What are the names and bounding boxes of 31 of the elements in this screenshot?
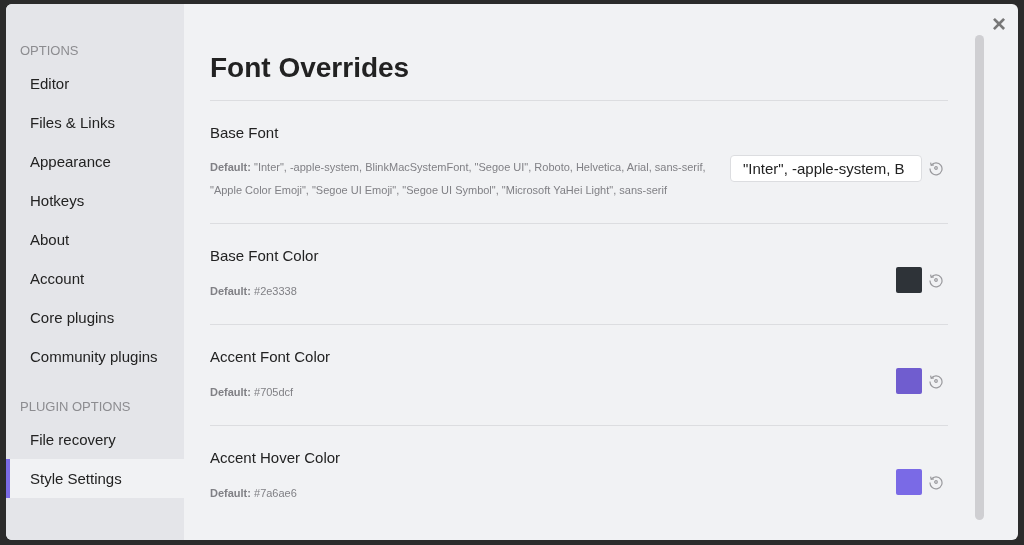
sidebar-item[interactable]: Account [6,259,184,298]
setting-description: Default: #2e3338 [210,283,298,299]
reset-icon[interactable] [928,160,944,176]
sidebar-item[interactable]: Style Settings [6,459,184,498]
color-swatch[interactable] [896,469,922,495]
close-button[interactable]: × [992,10,1006,38]
sidebar-item[interactable]: Hotkeys [6,181,184,220]
reset-icon[interactable] [928,474,944,490]
sidebar-item[interactable]: Editor [6,64,184,103]
scrollbar[interactable] [975,35,984,520]
sidebar-item[interactable]: File recovery [6,420,184,459]
setting-description: Default: #705dcf [210,384,295,400]
color-swatch[interactable] [896,267,922,293]
sidebar-item[interactable]: Appearance [6,142,184,181]
setting-name: Accent Hover Color [210,448,342,469]
sidebar-heading: OPTIONS [19,42,80,60]
setting-description: Default: #7a6ae6 [210,485,298,501]
setting-name: Accent Font Color [210,347,332,368]
color-swatch[interactable] [896,368,922,394]
sidebar-item[interactable]: About [6,220,184,259]
sidebar-heading: PLUGIN OPTIONS [19,398,132,416]
setting-description: Default: "Inter", -apple-system, BlinkMacSystemFont, "Segoe UI", Roboto, Helvetica, Arial, sans-serif, "Apple Color Emoji", "Segoe UI Emoji", "Segoe UI Symbol", "Microsoft YaHei Light", sans-serif [210,160,707,199]
sidebar-item[interactable]: Core plugins [6,298,184,337]
reset-icon[interactable] [928,272,944,288]
page-title: Font Overrides [210,51,411,85]
sidebar-item[interactable]: Files & Links [6,103,184,142]
sidebar-item[interactable]: Community plugins [6,337,184,376]
setting-name: Base Font [210,122,280,143]
font-input-field[interactable]: "Inter", -apple-system, B [730,154,922,182]
setting-name: Base Font Color [210,246,320,267]
reset-icon[interactable] [928,373,944,389]
